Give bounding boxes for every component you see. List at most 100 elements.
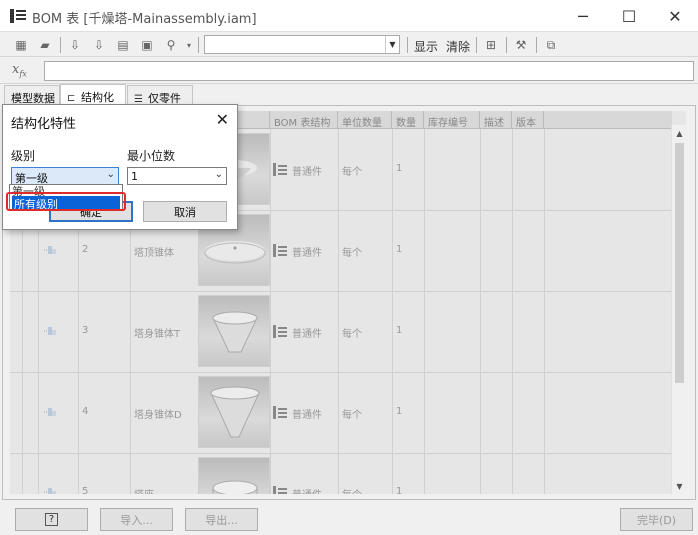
choose-columns-icon[interactable]: ▣ — [138, 36, 156, 54]
part-tree-icon — [44, 327, 56, 335]
window-title: BOM 表 [千燥塔-Mainassembly.iam] — [32, 12, 257, 27]
export-view-icon[interactable]: ⧉ — [542, 36, 560, 54]
row-3-unit-qty: 每个 — [342, 329, 362, 340]
row-4-unit-qty: 每个 — [342, 410, 362, 421]
toolbar-separator — [60, 37, 61, 53]
sort-descending-icon[interactable]: ⇩ — [90, 36, 108, 54]
highlight-annotation — [6, 192, 126, 211]
grid-line — [10, 291, 672, 292]
toolbar-separator — [407, 37, 408, 53]
column-header-description[interactable]: 描述 — [480, 111, 512, 129]
row-4-name: 塔身锥体D — [134, 410, 182, 421]
cancel-button[interactable]: 取消 — [143, 201, 227, 222]
row-2-qty: 1 — [396, 244, 403, 255]
normal-part-icon — [273, 163, 287, 176]
grid-line — [10, 372, 672, 373]
row-2-name: 塔顶锥体 — [134, 248, 174, 259]
row-5-qty: 1 — [396, 486, 403, 494]
column-header-unit-qty[interactable]: 单位数量 — [338, 111, 392, 129]
row-3-name: 塔身锥体T — [134, 329, 181, 340]
row-4-structure: 普通件 — [292, 410, 322, 421]
scroll-up-icon[interactable]: ▲ — [672, 125, 687, 141]
row-4-item: 4 — [82, 406, 89, 417]
part-thumbnail — [198, 457, 270, 494]
part-thumbnail — [198, 376, 270, 448]
tab-model-data[interactable]: 模型数据 — [4, 85, 60, 106]
scroll-down-icon[interactable]: ▼ — [672, 478, 687, 494]
find-dropdown-icon[interactable]: ▾ — [180, 36, 198, 54]
row-2-item: 2 — [82, 244, 89, 255]
row-2-unit-qty: 每个 — [342, 248, 362, 259]
row-1-structure: 普通件 — [292, 167, 322, 178]
title-bar: BOM 表 [千燥塔-Mainassembly.iam] ─ ☐ ✕ — [0, 0, 698, 32]
sort-ascending-icon[interactable]: ⇩ — [66, 36, 84, 54]
edit-icon[interactable]: ▰ — [36, 36, 54, 54]
scrollbar-thumb[interactable] — [675, 143, 684, 383]
chevron-down-icon[interactable]: ⌄ — [215, 169, 223, 180]
tools-icon[interactable]: ⚒ — [512, 36, 530, 54]
grid-line — [480, 129, 481, 494]
clear-button[interactable]: 清除 — [446, 38, 470, 55]
formula-bar: xfx — [0, 58, 698, 84]
help-icon: ? — [44, 513, 59, 526]
done-button[interactable]: 完毕(D) — [620, 508, 693, 531]
find-icon[interactable]: ⚲ — [162, 36, 180, 54]
table-icon[interactable]: ▦ — [12, 36, 30, 54]
level-label: 级别 — [11, 149, 36, 163]
normal-part-icon — [273, 406, 287, 419]
help-button[interactable]: ? — [15, 508, 88, 531]
row-3-item: 3 — [82, 325, 89, 336]
column-header-qty[interactable]: 数量 — [392, 111, 424, 129]
row-3-structure: 普通件 — [292, 329, 322, 340]
export-button[interactable]: 导出... — [185, 508, 258, 531]
chevron-down-icon[interactable]: ▼ — [385, 36, 399, 53]
filter-combo[interactable]: ▼ — [204, 35, 400, 54]
part-thumbnail — [198, 295, 270, 367]
close-window-button[interactable]: ✕ — [652, 0, 698, 32]
chevron-down-icon[interactable]: ⌄ — [107, 169, 115, 180]
product-structure-icon[interactable]: ⊞ — [482, 36, 500, 54]
grid-line — [424, 129, 425, 494]
min-digits-select[interactable]: 1 ⌄ — [127, 167, 227, 185]
renumber-icon[interactable]: ▤ — [114, 36, 132, 54]
maximize-button[interactable]: ☐ — [606, 0, 652, 32]
min-digits-value: 1 — [131, 170, 138, 183]
toolbar-separator — [536, 37, 537, 53]
tab-parts-only[interactable]: ☰ 仅零件 — [127, 85, 193, 106]
column-header-filler — [544, 111, 672, 129]
row-1-qty: 1 — [396, 163, 403, 174]
close-icon[interactable]: ✕ — [216, 110, 229, 129]
normal-part-icon — [273, 486, 287, 494]
column-header-revision[interactable]: 版本 — [512, 111, 544, 129]
grid-line — [338, 129, 339, 494]
formula-input[interactable] — [44, 61, 694, 81]
row-2-structure: 普通件 — [292, 248, 322, 259]
dialog-title: 结构化特性 — [11, 117, 77, 132]
main-toolbar: ▦ ▰ ⇩ ⇩ ▤ ▣ ⚲ ▾ ▼ 显示 清除 ⊞ ⚒ ⧉ — [0, 33, 698, 57]
row-5-unit-qty: 每个 — [342, 486, 362, 494]
part-tree-icon — [44, 246, 56, 254]
toolbar-separator — [198, 37, 199, 53]
column-header-bom-structure[interactable]: BOM 表结构 — [270, 111, 338, 129]
grid-line — [392, 129, 393, 494]
minimize-button[interactable]: ─ — [560, 0, 606, 32]
toolbar-separator — [476, 37, 477, 53]
structure-tree-icon: ⊏ — [67, 93, 76, 104]
part-tree-icon — [44, 488, 56, 494]
bom-app-icon — [10, 9, 26, 23]
grid-line — [544, 129, 545, 494]
row-5-structure: 普通件 — [292, 486, 322, 494]
row-5-name: 塔座 — [134, 486, 154, 494]
row-4-qty: 1 — [396, 406, 403, 417]
structured-properties-dialog: 结构化特性 ✕ 级别 最小位数 第一级 ⌄ 1 ⌄ 确定 取消 — [2, 104, 238, 230]
import-button[interactable]: 导入... — [100, 508, 173, 531]
row-5-item: 5 — [82, 486, 89, 494]
part-tree-icon — [44, 408, 56, 416]
grid-line — [10, 453, 672, 454]
min-digits-label: 最小位数 — [127, 149, 176, 163]
formula-icon[interactable]: xfx — [12, 62, 27, 79]
row-1-unit-qty: 每个 — [342, 167, 362, 178]
vertical-scrollbar[interactable]: ▲ ▼ — [671, 125, 686, 494]
show-button[interactable]: 显示 — [414, 38, 438, 55]
column-header-stock-number[interactable]: 库存编号 — [424, 111, 480, 129]
